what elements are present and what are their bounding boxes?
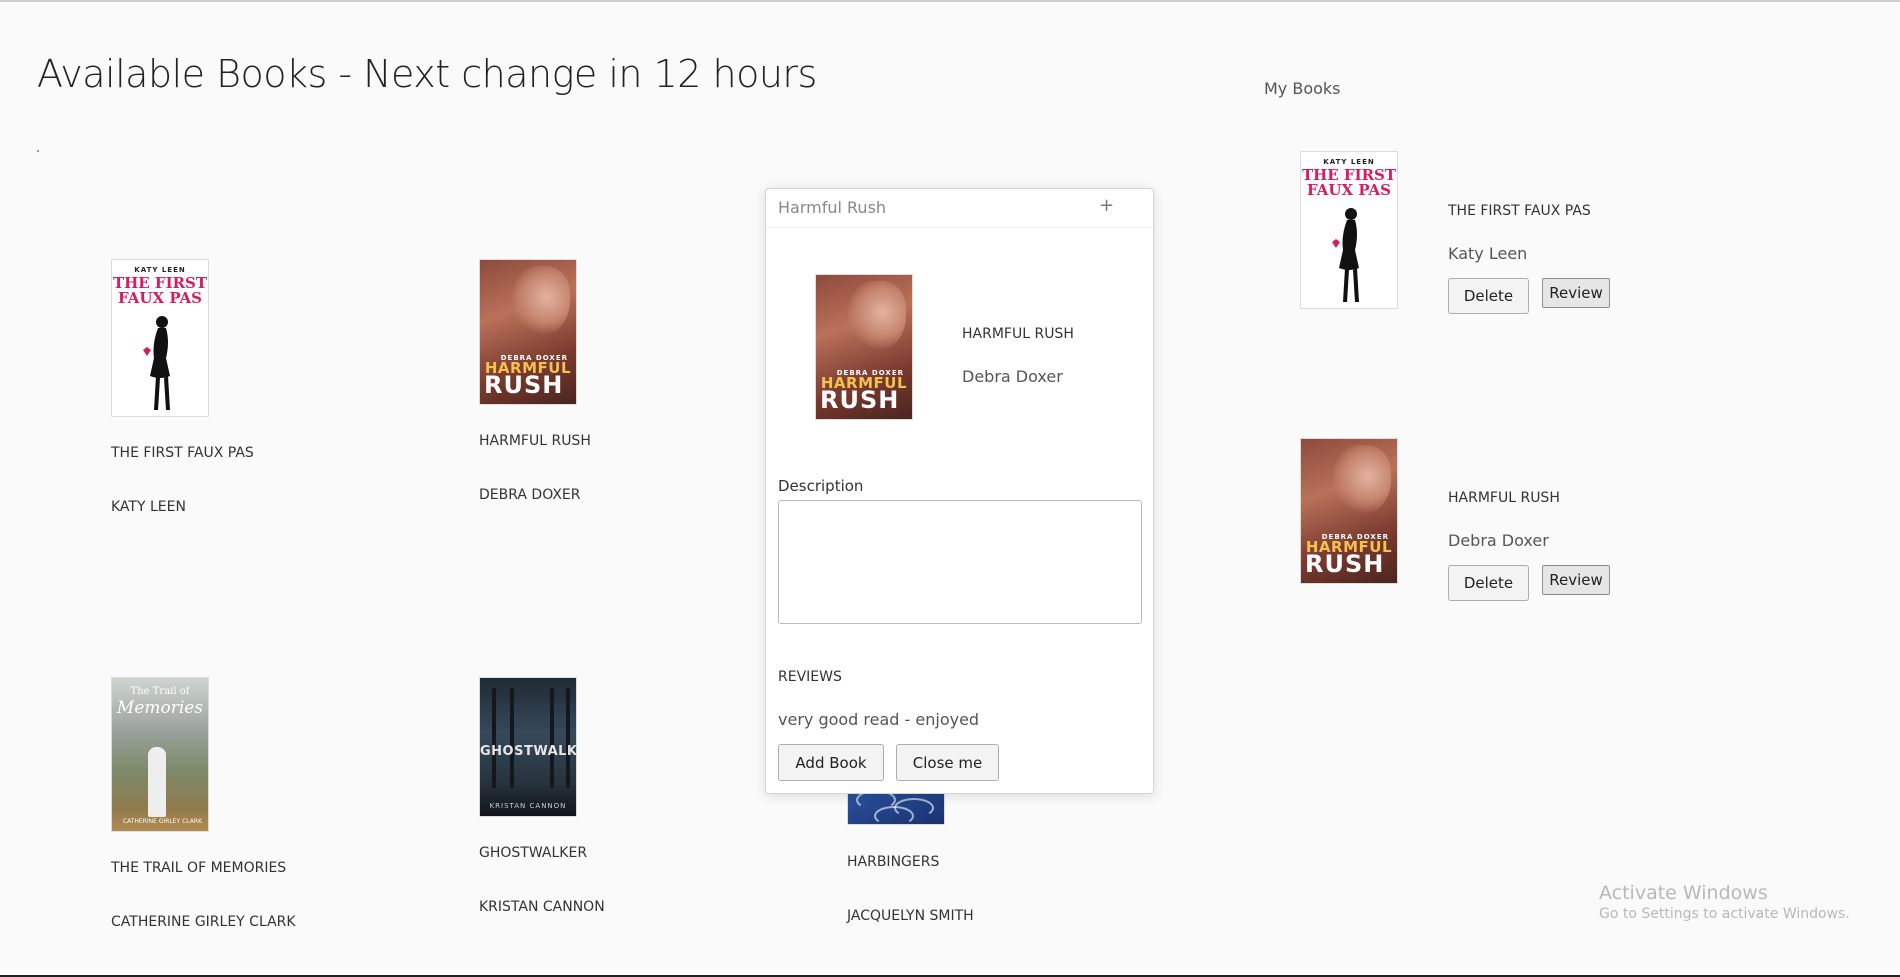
separator-dot xyxy=(37,150,39,152)
modal-book-cover: DEBRA DOXER HARMFUL RUSH xyxy=(815,274,913,420)
ghostwalker-cover[interactable]: GHOSTWALKER KRISTAN CANNON xyxy=(479,677,577,817)
book-author: DEBRA DOXER xyxy=(479,487,581,503)
cover-tree xyxy=(550,688,554,788)
harmful-rush-cover: DEBRA DOXER HARMFUL RUSH xyxy=(815,274,913,420)
silhouette-icon xyxy=(1332,208,1359,302)
watermark-title: Activate Windows xyxy=(1599,882,1768,904)
book-card[interactable]: GHOSTWALKER KRISTAN CANNON GHOSTWALKER K… xyxy=(479,677,739,915)
book-author: CATHERINE GIRLEY CLARK xyxy=(111,914,296,930)
book-title: HARBINGERS xyxy=(847,854,940,870)
cover-portrait xyxy=(512,266,570,336)
book-author: JACQUELYN SMITH xyxy=(847,908,974,924)
cover-title-text: THE FIRST FAUX PAS xyxy=(1301,166,1397,199)
book-card[interactable]: DEBRA DOXER HARMFUL RUSH HARMFUL RUSH DE… xyxy=(479,259,739,503)
book-title: THE TRAIL OF MEMORIES xyxy=(111,860,287,876)
my-book-author: Katy Leen xyxy=(1448,244,1528,263)
cover-author-text: KRISTAN CANNON xyxy=(489,802,567,810)
my-books-heading: My Books xyxy=(1264,79,1341,98)
modal-book-author: Debra Doxer xyxy=(962,367,1063,386)
cover-tree xyxy=(566,688,570,788)
cover-author-text: KATY LEEN xyxy=(134,266,186,274)
cover-title-text: THE FIRST FAUX PAS xyxy=(112,274,208,307)
review-item: very good read - enjoyed xyxy=(778,710,980,729)
book-author: KRISTAN CANNON xyxy=(479,899,605,915)
first-faux-pas-cover[interactable]: KATY LEEN THE FIRST FAUX PAS xyxy=(1300,151,1398,309)
activate-windows-watermark: Activate Windows Go to Settings to activ… xyxy=(1599,882,1850,922)
my-book-title: THE FIRST FAUX PAS xyxy=(1448,203,1591,219)
trail-of-memories-cover[interactable]: The Trail of Memories CATHERINE GIRLEY C… xyxy=(111,677,209,832)
delete-button[interactable]: Delete xyxy=(1448,565,1529,601)
cover-title-text: RUSH xyxy=(1305,550,1385,578)
cover-tree xyxy=(492,688,496,788)
page-title: Available Books - Next change in 12 hour… xyxy=(37,52,817,96)
harmful-rush-cover[interactable]: DEBRA DOXER HARMFUL RUSH xyxy=(1300,438,1398,584)
cover-title-text: RUSH xyxy=(484,371,564,399)
cover-author-text: KATY LEEN xyxy=(1323,158,1375,166)
first-faux-pas-cover[interactable]: KATY LEEN THE FIRST FAUX PAS xyxy=(111,259,209,417)
close-me-button[interactable]: Close me xyxy=(896,744,999,781)
book-title: THE FIRST FAUX PAS xyxy=(111,445,254,461)
cover-tree xyxy=(510,688,514,788)
my-book-cover[interactable]: KATY LEEN THE FIRST FAUX PAS xyxy=(1300,151,1398,309)
my-book-author: Debra Doxer xyxy=(1448,531,1549,550)
cover-author-text: CATHERINE GIRLEY CLARK xyxy=(122,818,202,825)
book-author: KATY LEEN xyxy=(111,499,186,515)
review-button[interactable]: Review xyxy=(1542,278,1610,308)
description-label: Description xyxy=(778,477,864,495)
modal-title: Harmful Rush xyxy=(778,198,887,217)
book-card[interactable]: The Trail of Memories CATHERINE GIRLEY C… xyxy=(111,677,371,930)
reviews-heading: REVIEWS xyxy=(778,669,842,685)
book-title: HARMFUL RUSH xyxy=(479,433,591,449)
review-button[interactable]: Review xyxy=(1542,565,1610,595)
cover-swirl xyxy=(874,806,914,824)
harmful-rush-cover[interactable]: DEBRA DOXER HARMFUL RUSH xyxy=(479,259,577,405)
cover-portrait xyxy=(1333,445,1391,515)
book-title: GHOSTWALKER xyxy=(479,845,588,861)
modal-book-title: HARMFUL RUSH xyxy=(962,326,1074,342)
cover-title-text: The Trail of xyxy=(130,686,190,697)
close-icon[interactable]: + xyxy=(1099,195,1114,216)
cover-figure xyxy=(148,747,166,817)
book-details-modal: Harmful Rush + DEBRA DOXER HARMFUL RUSH … xyxy=(765,188,1154,794)
book-card[interactable]: KATY LEEN THE FIRST FAUX PAS THE FIRST FA… xyxy=(111,259,371,515)
description-field[interactable] xyxy=(778,500,1142,624)
cover-title-text: RUSH xyxy=(820,386,900,414)
cover-title-text: GHOSTWALKER xyxy=(480,744,577,759)
my-book-cover[interactable]: DEBRA DOXER HARMFUL RUSH xyxy=(1300,438,1398,584)
cover-title-text: Memories xyxy=(116,698,204,718)
my-book-title: HARMFUL RUSH xyxy=(1448,490,1560,506)
cover-portrait xyxy=(848,281,906,351)
add-book-button[interactable]: Add Book xyxy=(778,744,884,781)
watermark-subtitle: Go to Settings to activate Windows. xyxy=(1599,906,1850,922)
delete-button[interactable]: Delete xyxy=(1448,278,1529,314)
modal-divider xyxy=(766,227,1153,228)
silhouette-icon xyxy=(143,316,170,410)
